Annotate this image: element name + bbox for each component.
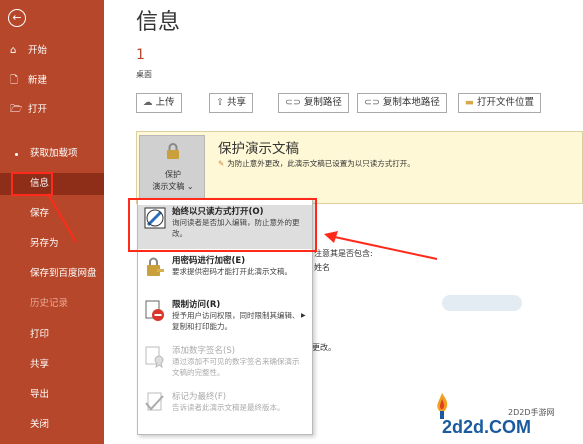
sidebar-item-new[interactable]: 🗋 新建	[0, 70, 104, 92]
button-label: 上传	[155, 97, 175, 108]
background-text: 更改。	[312, 343, 336, 352]
protect-button-label-line1: 保护	[165, 170, 181, 179]
checkmark-document-icon	[145, 392, 164, 411]
share-icon: ⇪	[216, 97, 224, 108]
menu-item-title: 限制访问(R)	[172, 300, 221, 310]
menu-item-desc: 通过添加不可见的数字签名来确保演示文稿的完整性。	[172, 357, 300, 377]
menu-item-desc: 授予用户访问权限，同时限制其编辑、复制和打印能力。	[172, 311, 300, 331]
link-icon: ⊂⊃	[364, 97, 380, 108]
sidebar-item-print[interactable]: 打印	[0, 324, 104, 346]
open-folder-icon: 🗁	[10, 104, 23, 115]
sidebar-item-label: 打开	[28, 104, 48, 115]
upload-icon: ☁	[143, 97, 153, 108]
protect-button-label-line2: 演示文稿 ⌄	[140, 181, 206, 192]
button-label: 复制本地路径	[382, 97, 440, 108]
signature-ribbon-icon	[145, 346, 164, 368]
watermark-domain: 2d2d.COM	[442, 417, 532, 437]
sidebar-item-label: 新建	[28, 75, 48, 86]
sidebar-item-label: 共享	[30, 359, 50, 370]
chevron-down-icon: ⌄	[186, 182, 194, 191]
menu-item-desc: 要求提供密码才能打开此演示文稿。	[172, 267, 292, 276]
sidebar-item-label: 历史记录	[30, 298, 69, 309]
menu-item-title: 添加数字签名(S)	[172, 346, 236, 356]
back-arrow-icon[interactable]: ←	[8, 9, 26, 27]
button-label: 共享	[226, 97, 246, 108]
annotation-arrow	[47, 193, 77, 243]
share-button[interactable]: ⇪ 共享	[209, 93, 253, 113]
open-file-location-button[interactable]: ▬ 打开文件位置	[458, 93, 541, 113]
sidebar-item-label: 开始	[28, 45, 48, 56]
menu-item-encrypt-password[interactable]: 用密码进行加密(E) 要求提供密码才能打开此演示文稿。	[138, 254, 312, 294]
sidebar-item-save-baidu[interactable]: 保存到百度网盘	[0, 263, 104, 285]
lock-key-icon	[147, 257, 164, 276]
menu-item-restrict-access[interactable]: 限制访问(R) 授予用户访问权限，同时限制其编辑、复制和打印能力。 ▶	[138, 298, 312, 342]
sidebar-item-home[interactable]: ⌂ 开始	[0, 40, 104, 62]
sidebar-item-label: 导出	[30, 389, 50, 400]
sidebar-item-share[interactable]: 共享	[0, 354, 104, 376]
protect-title: 保护演示文稿	[218, 141, 299, 157]
button-label: 复制路径	[303, 97, 342, 108]
sidebar-item-get-addins[interactable]: 获取加载项	[0, 143, 104, 165]
menu-item-mark-as-final: 标记为最终(F) 告诉读者此演示文稿是最终版本。	[138, 390, 312, 430]
background-text: 姓名	[314, 263, 330, 272]
dot-icon	[15, 153, 18, 156]
site-watermark-logo: 2D2D手游网 2d2d.COM	[426, 385, 576, 440]
link-icon: ⊂⊃	[285, 97, 301, 108]
folder-icon: ▬	[465, 97, 474, 108]
sidebar-item-label: 保存到百度网盘	[30, 268, 97, 279]
sidebar-item-label: 打印	[30, 329, 50, 340]
new-file-icon: 🗋	[10, 75, 19, 86]
copy-local-path-button[interactable]: ⊂⊃ 复制本地路径	[357, 93, 447, 113]
menu-item-add-digital-signature: 添加数字签名(S) 通过添加不可见的数字签名来确保演示文稿的完整性。	[138, 344, 312, 388]
submenu-arrow-icon: ▶	[301, 312, 306, 319]
document-name: 1	[136, 47, 145, 63]
document-location: 桌面	[136, 70, 152, 79]
protect-button-label-text: 演示文稿	[152, 182, 185, 191]
protect-description: ✎ 为防止意外更改，此演示文稿已设置为以只读方式打开。	[218, 158, 415, 169]
sidebar-item-history: 历史记录	[0, 293, 104, 315]
lock-icon	[167, 143, 179, 159]
button-label: 打开文件位置	[476, 97, 534, 108]
page-title: 信息	[136, 10, 181, 35]
menu-item-desc: 告诉读者此演示文稿是最终版本。	[172, 403, 285, 412]
pencil-warning-icon: ✎	[218, 159, 225, 168]
copy-path-button[interactable]: ⊂⊃ 复制路径	[278, 93, 349, 113]
protect-presentation-button[interactable]: 保护 演示文稿 ⌄	[139, 135, 205, 201]
annotation-arrow	[324, 231, 438, 260]
upload-button[interactable]: ☁ 上传	[136, 93, 182, 113]
menu-item-title: 用密码进行加密(E)	[172, 256, 246, 266]
blurred-placeholder	[442, 295, 522, 311]
restrict-access-icon	[145, 300, 164, 321]
protect-description-text: 为防止意外更改，此演示文稿已设置为以只读方式打开。	[227, 159, 415, 168]
annotation-highlight-box	[128, 198, 317, 252]
sidebar-item-export[interactable]: 导出	[0, 384, 104, 406]
protect-presentation-panel: 保护 演示文稿 ⌄ 保护演示文稿 ✎ 为防止意外更改，此演示文稿已设置为以只读方式…	[136, 131, 583, 204]
sidebar-item-label: 关闭	[30, 419, 50, 430]
flame-icon	[437, 393, 448, 419]
sidebar-item-close[interactable]: 关闭	[0, 414, 104, 436]
sidebar-item-open[interactable]: 🗁 打开	[0, 99, 104, 121]
home-icon: ⌂	[10, 45, 17, 56]
menu-item-title: 标记为最终(F)	[172, 392, 227, 402]
sidebar-item-label: 获取加载项	[30, 148, 78, 159]
